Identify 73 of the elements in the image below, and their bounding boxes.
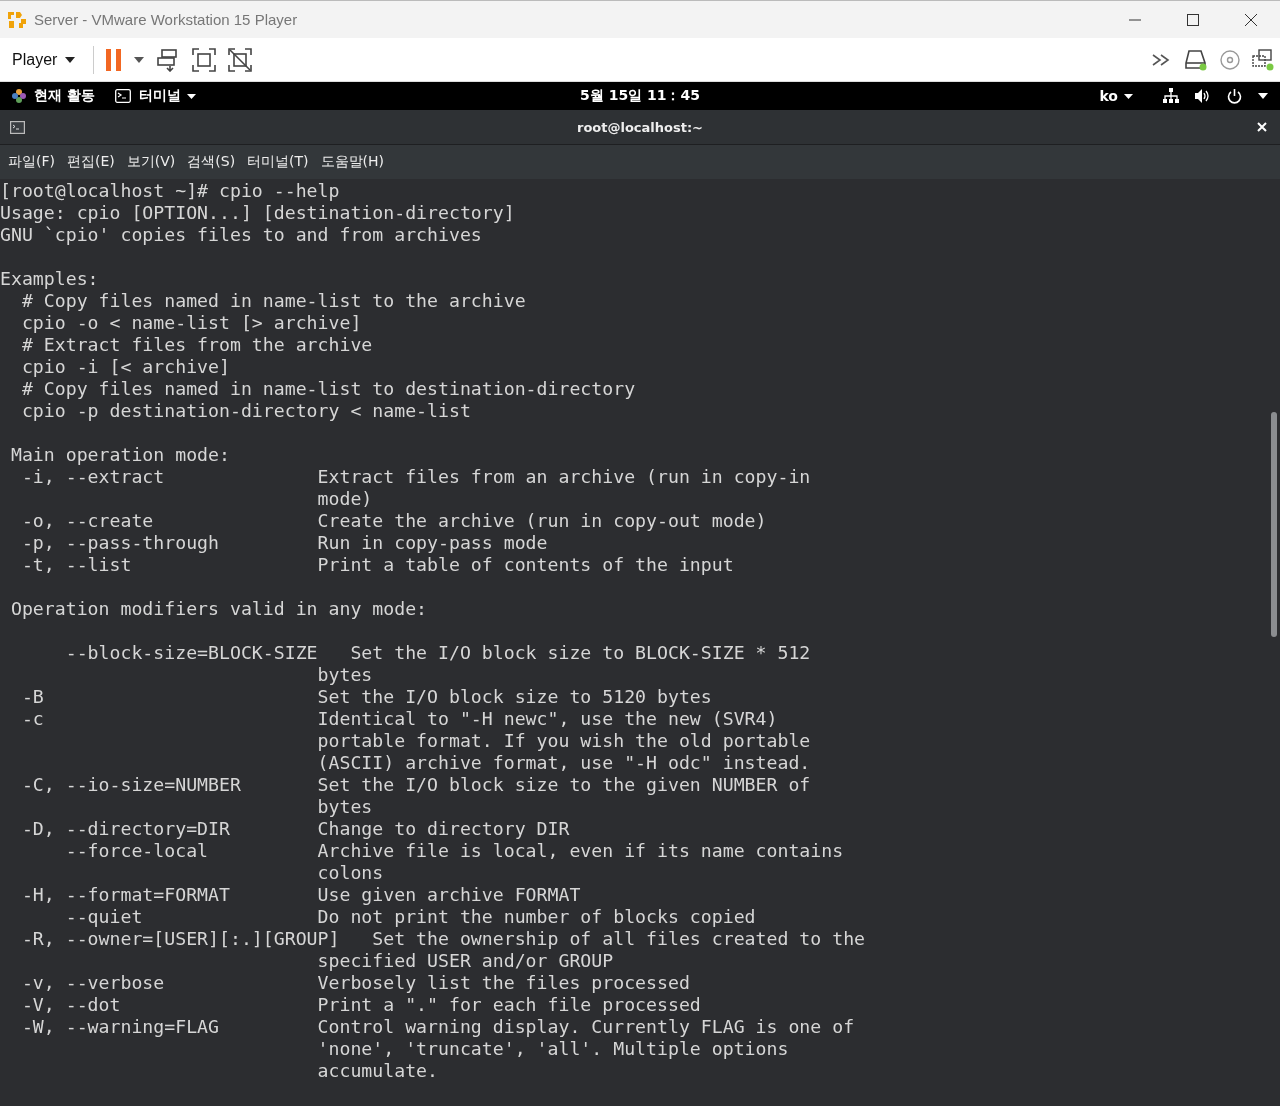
caret-icon <box>1124 93 1133 99</box>
menu-item[interactable]: 터미널(T) <box>242 149 314 175</box>
volume-icon[interactable] <box>1195 89 1211 103</box>
terminal-line: (ASCII) archive format, use "-H odc" instead. <box>316 752 811 773</box>
maximize-icon <box>1187 13 1199 26</box>
terminal-line: -D, --directory=DIR Change to directory DIR <box>20 818 570 839</box>
menu-item[interactable]: 편집(E) <box>62 149 120 175</box>
terminal-line: Examples: <box>0 268 99 289</box>
player-menu[interactable]: Player <box>6 46 82 73</box>
terminal-line: --quiet Do not print the number of blocks copied <box>64 906 756 927</box>
activities-button[interactable]: 현재 활동 <box>34 87 95 105</box>
terminal-line: # Copy files named in name-list to the archive <box>20 290 526 311</box>
terminal-line: Main operation mode: <box>9 444 230 465</box>
terminal-line: -W, --warning=FLAG Control warning display. Currently FLAG is one of <box>20 1016 855 1037</box>
terminal-line: -p, --pass-through Run in copy-pass mode <box>20 532 548 553</box>
close-icon <box>1257 122 1267 132</box>
fullscreen-icon[interactable] <box>192 47 217 72</box>
terminal-line: bytes <box>316 796 373 817</box>
terminal-line: -i, --extract Extract files from an archive (run in copy-in <box>20 466 811 487</box>
double-chevron-icon[interactable] <box>1152 53 1172 66</box>
pause-icon[interactable] <box>106 48 123 71</box>
terminal-line: -t, --list Print a table of contents of the input <box>20 554 734 575</box>
terminal-line: specified USER and/or GROUP <box>316 950 614 971</box>
clock[interactable]: 5월 15일 11：45 <box>580 87 700 105</box>
caret-icon <box>186 93 196 99</box>
terminal-line: cpio -o < name-list [> archive] <box>20 312 362 333</box>
terminal-line: -c Identical to "-H newc", use the new (SVR4) <box>20 708 778 729</box>
menu-item[interactable]: 파일(F) <box>3 149 60 175</box>
terminal-line: --block-size=BLOCK-SIZE Set the I/O block size to BLOCK-SIZE * 512 <box>64 642 811 663</box>
menu-item[interactable]: 도움말(H) <box>315 149 390 175</box>
network-adapter-icon[interactable] <box>1252 48 1274 71</box>
unity-icon[interactable] <box>228 47 253 72</box>
minimize-icon <box>1129 19 1141 20</box>
terminal-line: Operation modifiers valid in any mode: <box>9 598 428 619</box>
caret-icon[interactable] <box>134 56 145 63</box>
terminal-line: # Extract files from the archive <box>20 334 373 355</box>
terminal-line: --force-local Archive file is local, even if its name contains <box>64 840 844 861</box>
app-logo-icon <box>7 9 27 30</box>
terminal-line: [root@localhost ~]# cpio --help <box>0 180 340 201</box>
terminal-line: # Copy files named in name-list to destination-directory <box>20 378 636 399</box>
scrollbar-thumb[interactable] <box>1271 412 1277 637</box>
terminal-line: -B Set the I/O block size to 5120 bytes <box>20 686 712 707</box>
terminal-line: -R, --owner=[USER][:.][GROUP] Set the ownership of all files created to the <box>20 928 866 949</box>
disc-icon[interactable] <box>1220 49 1240 70</box>
terminal-line: Usage: cpio [OPTION...] [destination-directory] <box>0 202 515 223</box>
terminal-line: -v, --verbose Verbosely list the files processed <box>20 972 690 993</box>
terminal-line: GNU `cpio' copies files to and from archives <box>0 224 482 245</box>
menu-item[interactable]: 검색(S) <box>182 149 241 175</box>
terminal-title: root@localhost:~ <box>577 119 703 135</box>
terminal-line: mode) <box>316 488 373 509</box>
terminal-icon <box>114 89 131 103</box>
flower-icon <box>12 89 26 103</box>
app-menu[interactable]: 터미널 <box>138 87 196 105</box>
terminal-line: portable format. If you wish the old portable <box>316 730 811 751</box>
terminal-line: 'none', 'truncate', 'all'. Multiple options <box>316 1038 789 1059</box>
caret-icon <box>65 56 76 63</box>
terminal-line: colons <box>316 862 384 883</box>
terminal-line: cpio -p destination-directory < name-list <box>20 400 471 421</box>
terminal-line: -H, --format=FORMAT Use given archive FORMAT <box>20 884 581 905</box>
terminal-line: bytes <box>316 664 373 685</box>
close-icon <box>1245 13 1257 26</box>
window-title: Server - VMware Workstation 15 Player <box>34 11 298 28</box>
menu-item[interactable]: 보기(V) <box>121 149 181 175</box>
power-icon[interactable] <box>1227 88 1242 104</box>
terminal-line: -o, --create Create the archive (run in copy-out mode) <box>20 510 767 531</box>
language-menu[interactable]: ko <box>1099 88 1133 104</box>
network-icon[interactable] <box>1163 88 1179 104</box>
terminal-icon <box>10 120 25 134</box>
caret-icon[interactable] <box>1258 93 1268 99</box>
terminal-line: accumulate. <box>316 1060 438 1081</box>
terminal-line: -V, --dot Print a "." for each file processed <box>20 994 701 1015</box>
terminal-line: -C, --io-size=NUMBER Set the I/O block size to the given NUMBER of <box>20 774 811 795</box>
terminal-line: cpio -i [< archive] <box>20 356 230 377</box>
